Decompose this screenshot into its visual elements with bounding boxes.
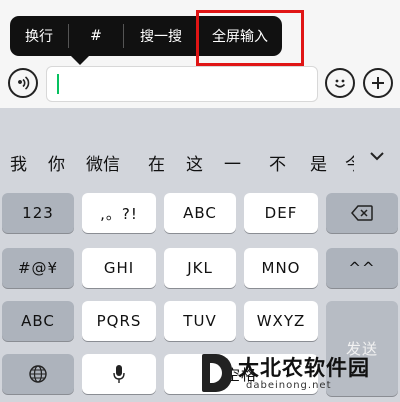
- menu-item-search[interactable]: 搜一搜: [124, 26, 198, 46]
- key-123[interactable]: 123: [2, 193, 74, 233]
- key-tuv[interactable]: TUV: [164, 301, 236, 341]
- watermark: 大北农软件园 dabeinong.net: [202, 350, 400, 402]
- context-menu-pointer: [71, 56, 89, 65]
- globe-icon[interactable]: [2, 354, 74, 394]
- key-def[interactable]: DEF: [244, 193, 318, 233]
- text-caret: [57, 74, 59, 94]
- menu-item-hashtag[interactable]: #: [69, 28, 123, 44]
- emoji-icon[interactable]: [325, 68, 355, 98]
- key-punctuation[interactable]: ,。?!: [82, 193, 156, 233]
- candidate-bar: 我 你 微信 在 这 一 不 是 今: [0, 140, 400, 180]
- key-wxyz[interactable]: WXYZ: [244, 301, 318, 341]
- watermark-url: dabeinong.net: [246, 380, 332, 391]
- key-abc-mode[interactable]: ABC: [2, 301, 74, 341]
- candidate-word[interactable]: 你: [48, 150, 65, 175]
- key-mno[interactable]: MNO: [244, 248, 318, 288]
- candidate-word[interactable]: 在: [148, 150, 165, 175]
- key-pqrs[interactable]: PQRS: [82, 301, 156, 341]
- plus-icon[interactable]: [363, 68, 393, 98]
- key-emoticon[interactable]: ^^: [326, 248, 398, 288]
- key-abc[interactable]: ABC: [164, 193, 236, 233]
- candidate-word[interactable]: 微信: [86, 150, 120, 175]
- candidate-word[interactable]: 一: [224, 150, 241, 175]
- candidate-word[interactable]: 今: [345, 150, 354, 175]
- microphone-icon[interactable]: [82, 354, 156, 394]
- chevron-down-icon[interactable]: [369, 150, 385, 166]
- watermark-title: 大北农软件园: [238, 355, 370, 380]
- key-symbols[interactable]: #@¥: [2, 248, 74, 288]
- key-ghi[interactable]: GHI: [82, 248, 156, 288]
- backspace-icon[interactable]: [326, 193, 398, 233]
- menu-item-newline[interactable]: 换行: [10, 26, 68, 46]
- watermark-logo: [202, 354, 232, 392]
- message-input[interactable]: [46, 66, 318, 102]
- candidate-word[interactable]: 这: [186, 150, 203, 175]
- highlight-box: [196, 10, 304, 66]
- candidate-word[interactable]: 是: [310, 150, 327, 175]
- voice-icon[interactable]: [8, 68, 38, 98]
- candidate-word[interactable]: 我: [10, 150, 27, 175]
- candidate-word[interactable]: 不: [269, 150, 286, 175]
- key-jkl[interactable]: JKL: [164, 248, 236, 288]
